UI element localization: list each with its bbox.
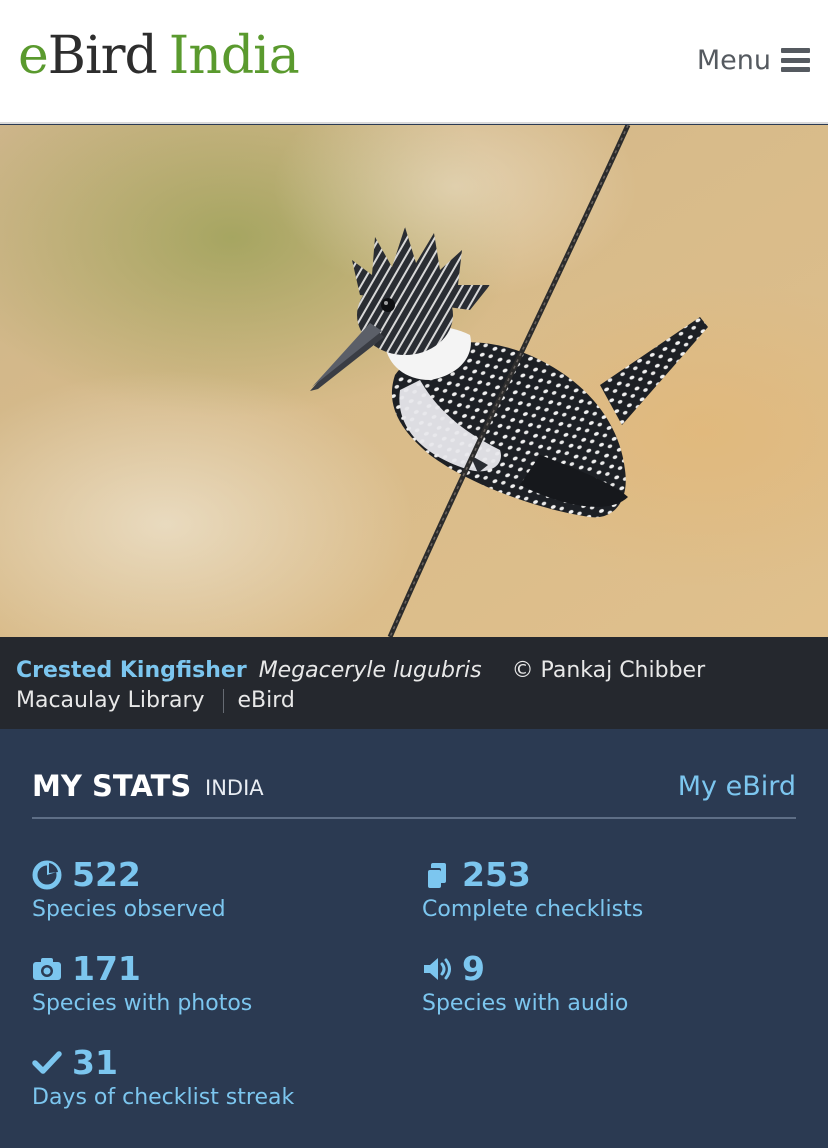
stats-header: MY STATS INDIA My eBird: [32, 769, 796, 819]
stat-label: Species with photos: [32, 991, 253, 1016]
checklists-icon: [422, 859, 454, 891]
kingfisher-photo: [0, 125, 828, 637]
photo-credit: © Pankaj Chibber: [511, 658, 706, 683]
ebird-india-logo[interactable]: eBird India: [18, 26, 300, 86]
stat-value: 31: [72, 1043, 118, 1082]
stat-label: Days of checklist streak: [32, 1085, 295, 1110]
stat-value: 253: [462, 855, 531, 894]
menu-button[interactable]: Menu: [697, 40, 810, 80]
photo-caption: Crested Kingfisher Megaceryle lugubris © P…: [0, 637, 828, 729]
logo-e: e: [18, 26, 49, 86]
menu-label: Menu: [696, 44, 771, 76]
stat-label: Species with audio: [422, 991, 629, 1016]
species-pie-icon: [32, 859, 64, 891]
stat-checklist-streak[interactable]: 31 Days of checklist streak: [32, 1043, 412, 1110]
stat-complete-checklists[interactable]: 253 Complete checklists: [422, 855, 802, 922]
stat-value: 522: [72, 855, 141, 894]
hero-photo: [0, 125, 828, 637]
stat-value: 171: [72, 949, 141, 988]
stat-species-with-audio[interactable]: 9 Species with audio: [422, 949, 802, 1016]
caption-divider: [222, 689, 224, 713]
caption-line-2: Macaulay Library eBird: [16, 686, 812, 716]
camera-icon: [32, 953, 64, 985]
caption-line-1: Crested Kingfisher Megaceryle lugubris © P…: [16, 656, 812, 686]
my-ebird-link[interactable]: My eBird: [678, 771, 796, 802]
stats-title: MY STATS: [32, 769, 192, 803]
hamburger-icon: [781, 48, 810, 72]
site-header: eBird India Menu: [0, 0, 828, 124]
logo-bird: Bird: [47, 26, 158, 86]
stat-label: Species observed: [32, 897, 226, 922]
stat-species-observed[interactable]: 522 Species observed: [32, 855, 412, 922]
speaker-icon: [422, 953, 454, 985]
source-label: eBird: [237, 688, 295, 713]
stat-value: 9: [462, 949, 485, 988]
logo-region: India: [168, 26, 300, 86]
my-stats-section: MY STATS INDIA My eBird 522 Species obse…: [0, 729, 828, 1148]
checkmark-icon: [32, 1047, 64, 1079]
species-common-name-link[interactable]: Crested Kingfisher: [16, 658, 247, 683]
stats-region: INDIA: [205, 776, 264, 800]
species-scientific-name: Megaceryle lugubris: [258, 658, 482, 683]
macaulay-library-label: Macaulay Library: [16, 688, 205, 713]
stat-species-with-photos[interactable]: 171 Species with photos: [32, 949, 412, 1016]
stat-label: Complete checklists: [422, 897, 644, 922]
